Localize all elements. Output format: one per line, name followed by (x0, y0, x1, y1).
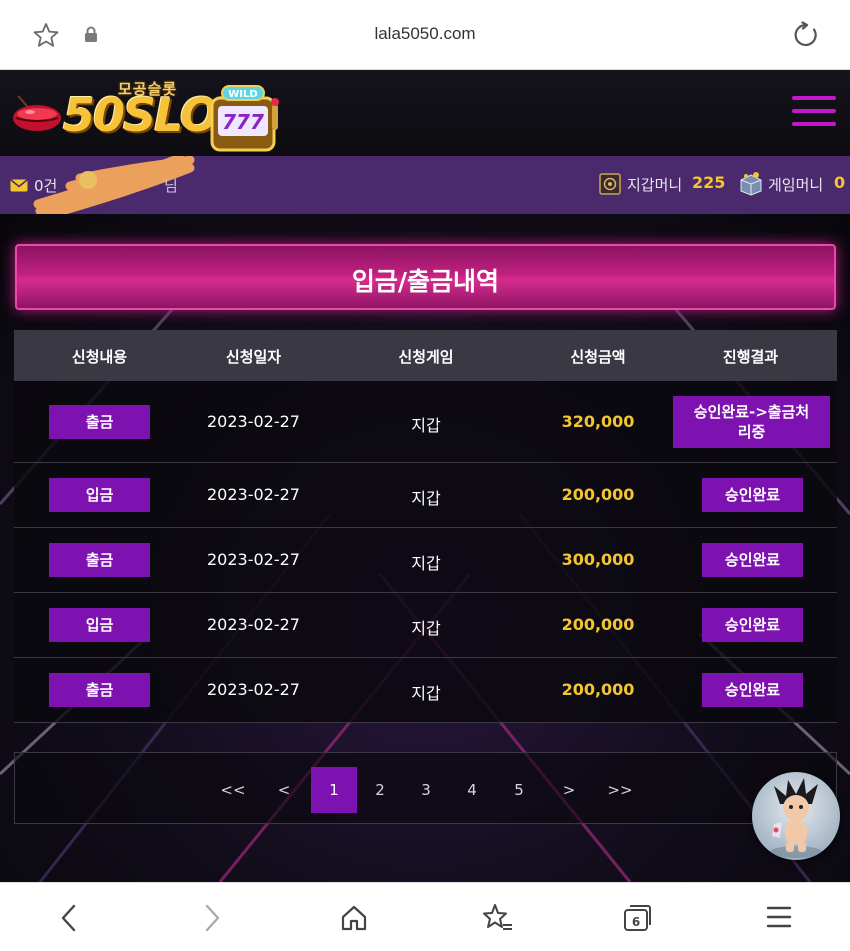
header-request-type: 신청내용 (71, 348, 128, 366)
table-row: 입금 2023-02-27 지갑 200,000 승인완료 (14, 463, 837, 528)
site-header: 모공슬롯 50SLOT 777 WILD (0, 70, 850, 156)
row-date: 2023-02-27 (207, 485, 300, 504)
main-content: 입금/출금내역 신청내용 신청일자 신청게임 신청금액 진행결과 출금 2023… (0, 214, 850, 882)
page-3[interactable]: 3 (403, 767, 449, 813)
page-title: 입금/출금내역 (351, 267, 500, 296)
table-row: 출금 2023-02-27 지갑 320,000 승인완료->출금처리중 (14, 381, 837, 463)
wallet-money-label: 지갑머니 (627, 176, 683, 194)
type-deposit-button[interactable]: 입금 (49, 608, 150, 642)
row-game: 지갑 (411, 684, 441, 703)
page-next[interactable]: > (546, 767, 592, 813)
row-game: 지갑 (411, 489, 441, 508)
row-date: 2023-02-27 (207, 680, 300, 699)
type-withdraw-button[interactable]: 출금 (49, 405, 150, 439)
row-amount: 200,000 (561, 680, 635, 699)
page-prev[interactable]: < (261, 767, 307, 813)
type-withdraw-button[interactable]: 출금 (49, 543, 150, 577)
table-header: 신청내용 신청일자 신청게임 신청금액 진행결과 (14, 330, 837, 381)
row-game: 지갑 (411, 619, 441, 638)
browser-address-bar: lala5050.com (0, 0, 850, 70)
reload-icon[interactable] (792, 21, 820, 53)
header-request-game: 신청게임 (398, 348, 454, 366)
page-4[interactable]: 4 (449, 767, 495, 813)
browser-nav-bar: 6 (0, 882, 850, 951)
page-last[interactable]: >> (597, 767, 643, 813)
url-text[interactable]: lala5050.com (0, 24, 850, 44)
status-button[interactable]: 승인완료 (702, 478, 803, 512)
row-amount: 200,000 (561, 485, 635, 504)
chevron-left-icon[interactable] (58, 903, 80, 937)
treasure-box-icon (738, 170, 764, 200)
table-row: 입금 2023-02-27 지갑 200,000 승인완료 (14, 593, 837, 658)
status-button[interactable]: 승인완료 (702, 608, 803, 642)
row-date: 2023-02-27 (207, 412, 300, 431)
row-game: 지갑 (411, 416, 441, 435)
header-request-amount: 신청금액 (570, 348, 626, 366)
site-logo[interactable]: 모공슬롯 50SLOT 777 WILD (8, 76, 283, 156)
row-date: 2023-02-27 (207, 615, 300, 634)
wild-text: WILD (228, 89, 257, 100)
game-money-value: 0 (834, 173, 846, 192)
table-row: 출금 2023-02-27 지갑 300,000 승인완료 (14, 528, 837, 593)
type-deposit-button[interactable]: 입금 (49, 478, 150, 512)
user-info-bar: 0건 님 지갑머니 225 게임머니 0 (0, 156, 850, 218)
status-button[interactable]: 승인완료->출금처리중 (673, 396, 830, 448)
character-avatar-icon (770, 778, 822, 858)
page-5[interactable]: 5 (496, 767, 542, 813)
table-row: 출금 2023-02-27 지갑 200,000 승인완료 (14, 658, 837, 723)
page-1[interactable]: 1 (311, 767, 357, 813)
status-button[interactable]: 승인완료 (702, 673, 803, 707)
tab-count: 6 (632, 915, 640, 929)
username-suffix: 님 (164, 177, 178, 195)
reels-text: 777 (222, 110, 264, 134)
row-date: 2023-02-27 (207, 550, 300, 569)
pagination: << < 1 2 3 4 5 > >> (14, 752, 837, 824)
page-2[interactable]: 2 (357, 767, 403, 813)
row-amount: 300,000 (561, 550, 635, 569)
game-money-label: 게임머니 (768, 176, 824, 194)
safe-icon (599, 173, 621, 199)
home-icon[interactable] (340, 904, 368, 936)
header-request-date: 신청일자 (225, 348, 282, 366)
row-game: 지갑 (411, 554, 441, 573)
row-amount: 200,000 (561, 615, 635, 634)
lips-logo-icon (13, 95, 61, 131)
chevron-right-icon[interactable] (201, 903, 223, 937)
tabs-icon[interactable]: 6 (622, 903, 652, 937)
chat-avatar-button[interactable] (752, 772, 840, 860)
type-withdraw-button[interactable]: 출금 (49, 673, 150, 707)
transaction-table: 신청내용 신청일자 신청게임 신청금액 진행결과 출금 2023-02-27 지… (14, 330, 837, 723)
wallet-money-value: 225 (692, 173, 726, 192)
row-amount: 320,000 (561, 412, 635, 431)
header-result: 진행결과 (722, 348, 779, 366)
page-first[interactable]: << (210, 767, 256, 813)
menu-icon[interactable] (766, 905, 792, 933)
status-button[interactable]: 승인완료 (702, 543, 803, 577)
mail-icon[interactable] (10, 178, 28, 196)
page-title-banner: 입금/출금내역 (15, 244, 836, 310)
slot-machine-icon: 777 WILD (210, 85, 279, 152)
star-list-icon[interactable] (481, 903, 513, 937)
hamburger-menu-icon[interactable] (792, 96, 836, 130)
